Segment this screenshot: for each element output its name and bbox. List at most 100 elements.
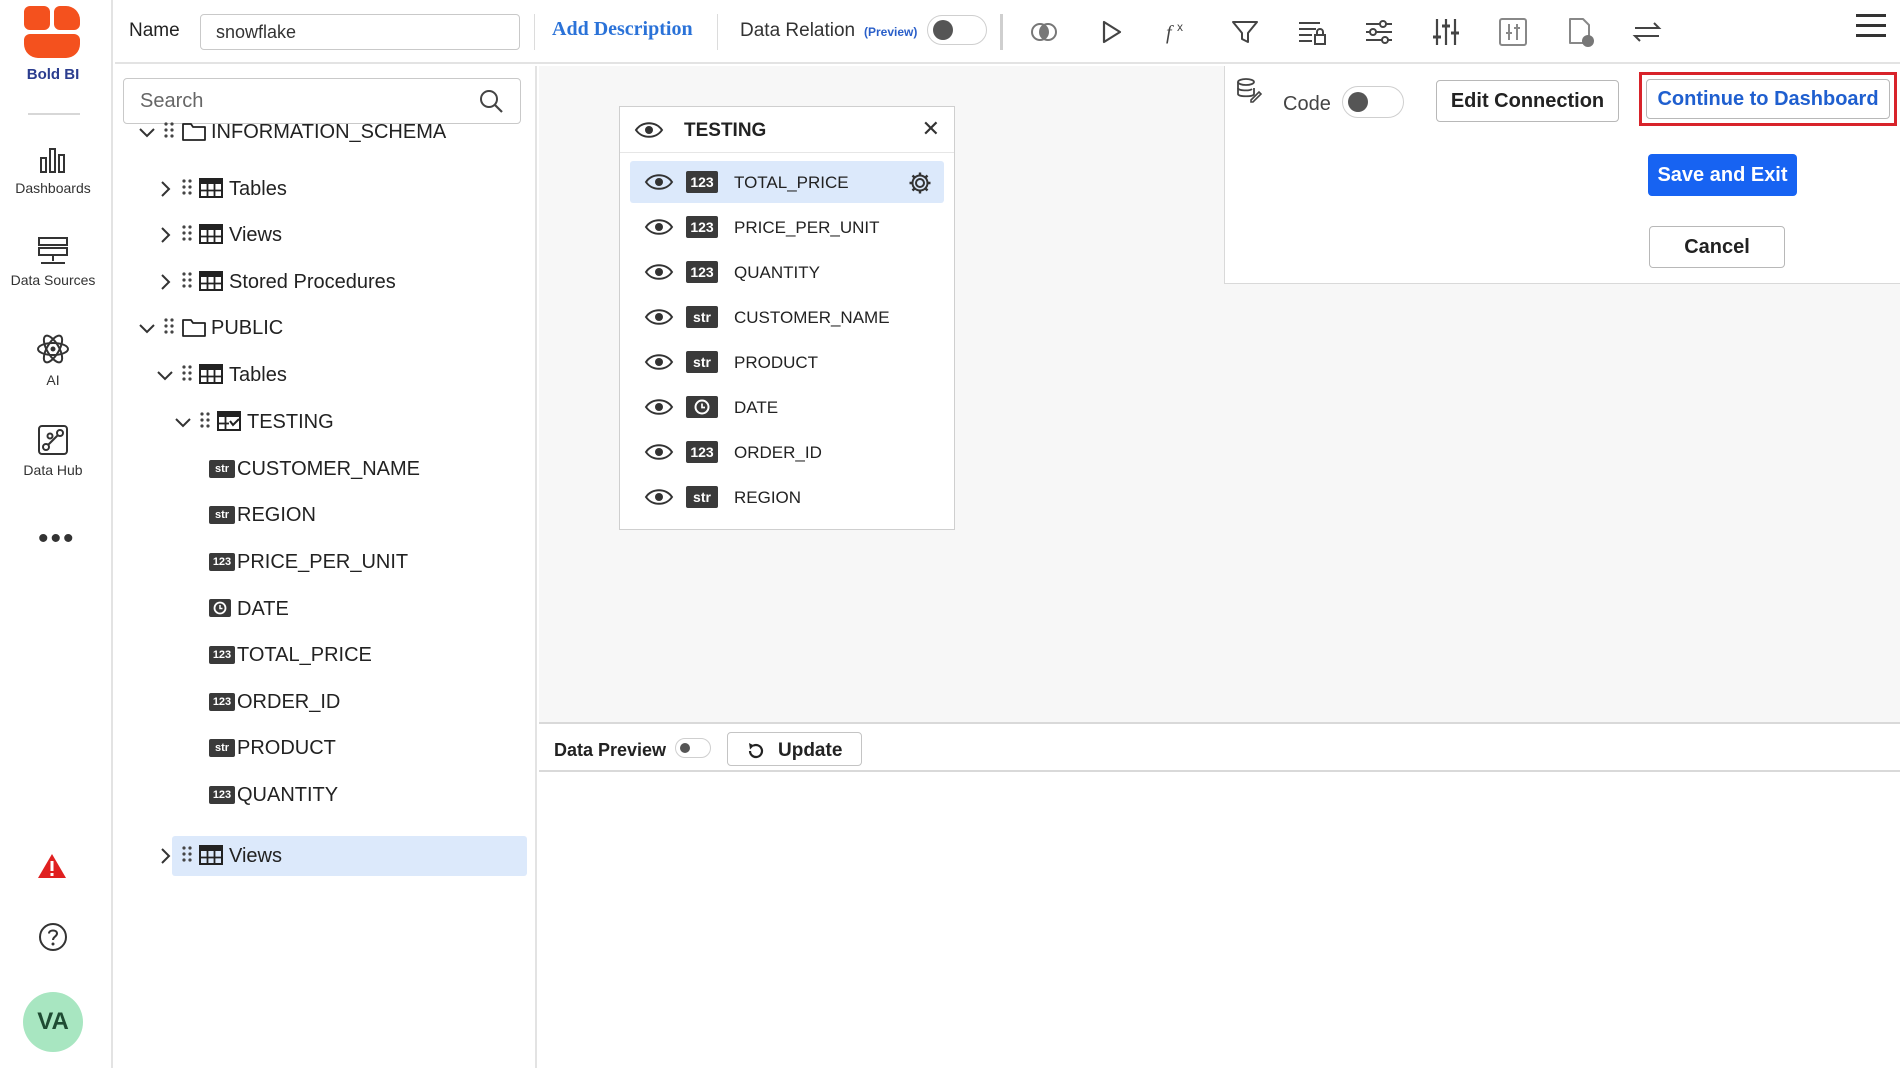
column-settings-icon[interactable]: [1497, 16, 1529, 48]
table-column-row[interactable]: str CUSTOMER_NAME: [630, 296, 944, 338]
eye-icon[interactable]: [644, 173, 674, 191]
tree-column-item[interactable]: 123 ORDER_ID: [115, 682, 535, 722]
name-input[interactable]: [200, 14, 520, 50]
data-preview-toggle[interactable]: [675, 738, 711, 758]
gear-icon[interactable]: [908, 171, 932, 195]
user-avatar[interactable]: VA: [23, 992, 83, 1052]
eye-icon[interactable]: [644, 488, 674, 506]
eye-icon[interactable]: [644, 443, 674, 461]
cancel-button[interactable]: Cancel: [1649, 226, 1785, 268]
table-column-row[interactable]: 123 ORDER_ID: [630, 431, 944, 473]
nav-item-data-sources[interactable]: Data Sources: [0, 236, 106, 288]
close-icon[interactable]: ✕: [922, 118, 940, 140]
tree-column-item[interactable]: DATE: [115, 589, 535, 629]
add-description-link[interactable]: Add Description: [552, 18, 693, 41]
tree-column-item[interactable]: 123 PRICE_PER_UNIT: [115, 542, 535, 582]
preview-tag: (Preview): [864, 25, 918, 39]
table-card-title: TESTING: [684, 120, 767, 141]
table-column-row[interactable]: DATE: [630, 386, 944, 428]
table-grid-icon: [199, 177, 225, 201]
refresh-icon: [748, 743, 764, 759]
table-column-row[interactable]: 123 QUANTITY: [630, 251, 944, 293]
tree-item-table-group[interactable]: Views: [115, 215, 535, 255]
table-column-row[interactable]: 123 PRICE_PER_UNIT: [630, 206, 944, 248]
chevron-right-icon[interactable]: [155, 179, 175, 199]
continue-to-dashboard-button[interactable]: Continue to Dashboard: [1646, 79, 1890, 119]
expression-icon[interactable]: f x: [1162, 16, 1194, 48]
drag-handle-icon[interactable]: [181, 270, 193, 294]
number-type-icon: 123: [209, 646, 235, 664]
database-edit-icon[interactable]: [1235, 76, 1263, 104]
drag-handle-icon[interactable]: [181, 223, 193, 247]
tree-column-item[interactable]: str PRODUCT: [115, 728, 535, 768]
table-lock-icon[interactable]: [1296, 16, 1328, 48]
drag-handle-icon[interactable]: [181, 177, 193, 201]
settings-sliders-icon[interactable]: [1363, 16, 1395, 48]
document-status-icon[interactable]: [1564, 16, 1596, 48]
chevron-right-icon[interactable]: [155, 846, 175, 866]
data-relation-toggle[interactable]: [927, 15, 987, 45]
data-preview-area: [539, 772, 1900, 1068]
eye-icon[interactable]: [644, 218, 674, 236]
more-options-icon[interactable]: •••: [38, 524, 76, 554]
table-grid-icon: [199, 363, 225, 387]
eye-icon[interactable]: [644, 308, 674, 326]
drag-handle-icon[interactable]: [181, 363, 193, 387]
tree-column-item[interactable]: str REGION: [115, 495, 535, 535]
update-button[interactable]: Update: [727, 732, 862, 766]
column-name: QUANTITY: [734, 263, 820, 282]
run-icon[interactable]: [1095, 16, 1127, 48]
chevron-down-icon[interactable]: [137, 318, 157, 338]
tree-item-table-group[interactable]: Tables: [115, 169, 535, 209]
code-toggle[interactable]: [1342, 86, 1404, 118]
tree-item-folder[interactable]: PUBLIC: [115, 308, 535, 348]
drag-handle-icon[interactable]: [199, 410, 211, 434]
switch-arrows-icon[interactable]: [1631, 16, 1663, 48]
chevron-right-icon[interactable]: [155, 272, 175, 292]
left-navigation: Bold BI Dashboards Data Sources AI Data …: [0, 0, 113, 1068]
toolbar-divider: [717, 14, 718, 50]
tree-item-folder[interactable]: INFORMATION_SCHEMA: [115, 112, 535, 152]
tree-item-table-group[interactable]: Views: [161, 836, 527, 876]
edit-connection-button[interactable]: Edit Connection: [1436, 80, 1619, 122]
equalizer-icon[interactable]: [1430, 16, 1462, 48]
tree-item-table[interactable]: TESTING: [115, 402, 535, 442]
nav-item-dashboards[interactable]: Dashboards: [0, 146, 106, 196]
chevron-down-icon[interactable]: [137, 122, 157, 142]
tree-column-label: QUANTITY: [237, 784, 339, 806]
number-type-icon: 123: [686, 441, 718, 463]
tree-column-item[interactable]: 123 TOTAL_PRICE: [115, 635, 535, 675]
chevron-down-icon[interactable]: [173, 412, 193, 432]
join-icon[interactable]: [1028, 16, 1060, 48]
drag-handle-icon[interactable]: [163, 316, 175, 340]
string-type-icon: str: [209, 506, 235, 524]
tree-column-item[interactable]: str CUSTOMER_NAME: [115, 449, 535, 489]
table-column-row[interactable]: str REGION: [630, 476, 944, 518]
tree-item-table-group[interactable]: Stored Procedures: [115, 262, 535, 302]
nav-item-ai[interactable]: AI: [0, 332, 106, 388]
eye-icon[interactable]: [644, 263, 674, 281]
chevron-right-icon[interactable]: [155, 225, 175, 245]
tree-item-table-group[interactable]: Tables: [115, 355, 535, 395]
date-type-icon: [209, 599, 235, 623]
nav-item-data-hub[interactable]: Data Hub: [0, 424, 106, 478]
table-column-row[interactable]: str PRODUCT: [630, 341, 944, 383]
chevron-down-icon[interactable]: [155, 365, 175, 385]
help-icon[interactable]: [38, 922, 68, 952]
eye-icon[interactable]: [644, 353, 674, 371]
hamburger-menu-icon[interactable]: [1856, 14, 1886, 40]
warning-icon[interactable]: [36, 852, 68, 880]
table-card[interactable]: TESTING ✕ 123 TOTAL_PRICE 123 PRICE_PER_UNI…: [619, 106, 955, 530]
filter-icon[interactable]: [1229, 16, 1261, 48]
drag-handle-icon[interactable]: [163, 120, 175, 144]
table-column-row[interactable]: 123 TOTAL_PRICE: [630, 161, 944, 203]
bold-bi-logo-icon[interactable]: [24, 6, 80, 58]
eye-icon[interactable]: [634, 121, 664, 139]
save-and-exit-button[interactable]: Save and Exit: [1648, 154, 1797, 196]
eye-icon[interactable]: [644, 398, 674, 416]
string-type-icon: str: [209, 460, 235, 478]
tree-column-item[interactable]: 123 QUANTITY: [115, 775, 535, 815]
drag-handle-icon[interactable]: [181, 844, 193, 868]
string-type-icon: str: [209, 739, 235, 757]
search-icon[interactable]: [478, 88, 504, 114]
